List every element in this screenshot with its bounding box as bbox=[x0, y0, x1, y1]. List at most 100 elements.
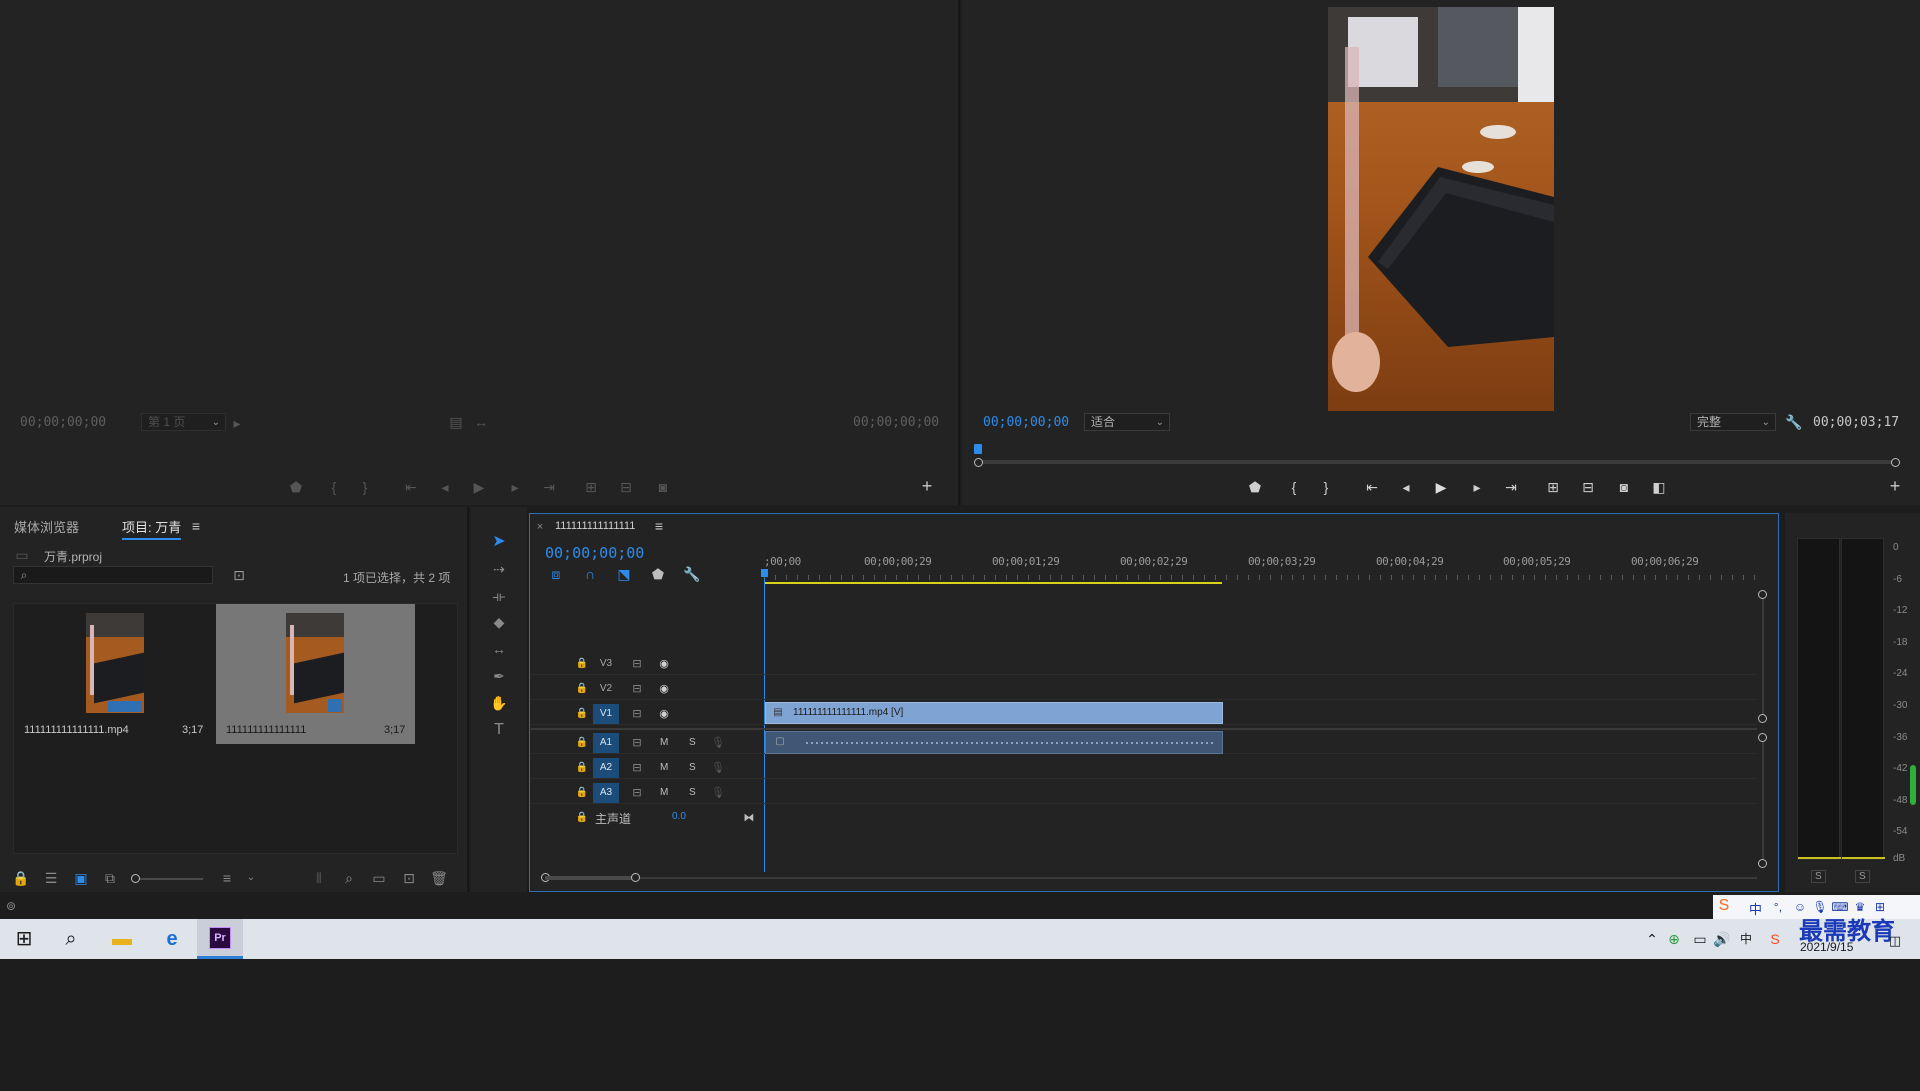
track-label-v3[interactable]: V3 bbox=[593, 654, 619, 674]
file-explorer-icon[interactable]: ▬ bbox=[107, 924, 137, 954]
add-button-icon[interactable]: + bbox=[918, 477, 936, 495]
mark-in-icon[interactable]: { bbox=[1285, 480, 1303, 494]
scroll-handle-bottom[interactable] bbox=[1758, 859, 1767, 868]
step-back-icon[interactable]: ◂ bbox=[436, 480, 454, 494]
slip-tool-icon[interactable]: ↔ bbox=[490, 642, 508, 656]
work-area-bar[interactable] bbox=[764, 582, 1222, 584]
add-marker-icon[interactable]: ⬟ bbox=[649, 567, 667, 581]
go-to-out-icon[interactable]: ⇥ bbox=[1502, 480, 1520, 494]
video-clip[interactable]: ▤ 111111111111111.mp4 [V] bbox=[765, 702, 1223, 724]
scroll-handle-top[interactable] bbox=[1758, 590, 1767, 599]
scroll-handle-top[interactable] bbox=[1758, 733, 1767, 742]
lock-icon[interactable]: 🔒 bbox=[573, 786, 591, 800]
lock-icon[interactable]: 🔒 bbox=[573, 682, 591, 696]
lock-icon[interactable]: 🔒 bbox=[573, 707, 591, 721]
hand-tool-icon[interactable]: ✋ bbox=[490, 696, 508, 710]
play-small-icon[interactable]: ▸ bbox=[228, 416, 246, 430]
track-label-a3[interactable]: A3 bbox=[593, 783, 619, 803]
solo-button[interactable]: S bbox=[689, 737, 696, 748]
selection-tool-icon[interactable]: ➤ bbox=[490, 534, 508, 550]
marker-icon[interactable]: ⬟ bbox=[287, 480, 305, 494]
timeline-playhead-line[interactable] bbox=[764, 578, 765, 872]
tab-media-browser[interactable]: 媒体浏览器 bbox=[14, 517, 79, 536]
project-item-sequence[interactable]: 111111111111111 3;17 bbox=[216, 604, 415, 744]
track-label-v1[interactable]: V1 bbox=[593, 704, 619, 724]
project-search-field[interactable] bbox=[13, 1073, 213, 1091]
meter-solo-left[interactable]: S bbox=[1811, 870, 1826, 883]
add-button-icon[interactable]: + bbox=[1886, 477, 1904, 495]
timeline-playhead-marker[interactable] bbox=[761, 569, 768, 577]
scroll-handle-right[interactable] bbox=[631, 873, 640, 882]
sync-lock-icon[interactable]: ⊟ bbox=[628, 761, 646, 775]
new-search-bin-icon[interactable]: ⊡ bbox=[230, 568, 248, 582]
linked-selection-icon[interactable]: ⬔ bbox=[615, 567, 633, 581]
scroll-handle-bottom[interactable] bbox=[1758, 714, 1767, 723]
zoom-slider-handle[interactable] bbox=[131, 874, 140, 883]
lock-icon[interactable]: 🔒 bbox=[12, 871, 30, 885]
source-page-select[interactable]: 第 1 页 ⌄ bbox=[141, 413, 226, 431]
source-timecode-left[interactable]: 00;00;00;00 bbox=[20, 415, 106, 430]
mute-button[interactable]: M bbox=[660, 787, 668, 798]
mute-button[interactable]: M bbox=[660, 737, 668, 748]
list-view-icon[interactable]: ☰ bbox=[42, 871, 60, 885]
meter-solo-right[interactable]: S bbox=[1855, 870, 1870, 883]
master-volume-value[interactable]: 0.0 bbox=[672, 811, 686, 822]
insert-icon[interactable]: ⊞ bbox=[582, 480, 600, 494]
go-to-out-icon[interactable]: ⇥ bbox=[540, 480, 558, 494]
chevron-up-icon[interactable]: ⌃ bbox=[1643, 932, 1661, 946]
lock-icon[interactable]: 🔒 bbox=[573, 657, 591, 671]
camera-icon[interactable]: ◙ bbox=[654, 480, 672, 494]
lift-icon[interactable]: ⊞ bbox=[1544, 480, 1562, 494]
compare-icon[interactable]: ◧ bbox=[1650, 480, 1668, 494]
sync-lock-icon[interactable]: ⊟ bbox=[628, 786, 646, 800]
sync-lock-icon[interactable]: ⊟ bbox=[628, 657, 646, 671]
eye-icon[interactable]: ◉ bbox=[655, 682, 673, 696]
project-search-input[interactable]: ⌕ bbox=[13, 566, 213, 584]
new-bin-icon[interactable]: ▭ bbox=[370, 871, 388, 885]
go-to-in-icon[interactable]: ⇤ bbox=[1363, 480, 1381, 494]
sequence-tab[interactable]: 111111111111111 bbox=[555, 520, 635, 532]
solo-button[interactable]: S bbox=[689, 762, 696, 773]
edge-browser-icon[interactable]: e bbox=[157, 924, 187, 954]
ime-language[interactable]: 中 bbox=[1749, 899, 1762, 918]
trash-icon[interactable]: 🗑 bbox=[430, 871, 448, 885]
play-icon[interactable]: ▶ bbox=[470, 480, 488, 494]
eye-icon[interactable]: ◉ bbox=[655, 707, 673, 721]
mark-out-icon[interactable]: } bbox=[1317, 480, 1335, 494]
notification-icon[interactable]: ◫ bbox=[1886, 934, 1904, 948]
overwrite-icon[interactable]: ⊟ bbox=[617, 480, 635, 494]
find-icon[interactable]: ⌕ bbox=[340, 871, 358, 885]
timeline-horizontal-scrollbar[interactable] bbox=[541, 873, 1757, 882]
track-label-v2[interactable]: V2 bbox=[593, 679, 619, 699]
search-icon[interactable]: ⌕ bbox=[56, 924, 86, 954]
zoom-slider[interactable] bbox=[131, 874, 203, 883]
chevron-down-icon[interactable]: ⌄ bbox=[242, 871, 260, 885]
tray-app-icon[interactable]: ⊕ bbox=[1665, 932, 1683, 946]
panel-menu-icon[interactable]: ≡ bbox=[650, 519, 668, 533]
premiere-taskbar-button[interactable]: Pr bbox=[197, 919, 243, 959]
mark-in-icon[interactable]: { bbox=[325, 480, 343, 494]
step-forward-icon[interactable]: ▸ bbox=[506, 480, 524, 494]
freeform-view-icon[interactable]: ⧉ bbox=[101, 871, 119, 885]
mute-button[interactable]: M bbox=[660, 762, 668, 773]
program-timecode-left[interactable]: 00;00;00;00 bbox=[983, 415, 1069, 430]
razor-tool-icon[interactable]: ◆ bbox=[490, 615, 508, 629]
tab-project[interactable]: 项目: 万青 bbox=[122, 517, 182, 540]
audio-vertical-scrollbar[interactable] bbox=[1758, 733, 1767, 868]
new-item-icon[interactable]: ⊡ bbox=[400, 871, 418, 885]
pen-tool-icon[interactable]: ✒ bbox=[490, 669, 508, 683]
extract-icon[interactable]: ⊟ bbox=[1579, 480, 1597, 494]
automate-icon[interactable]: ⫴ bbox=[310, 871, 328, 885]
scroll-thumb[interactable] bbox=[545, 876, 635, 880]
quality-select[interactable]: 完整 ⌄ bbox=[1690, 413, 1776, 431]
volume-icon[interactable]: 🔊 bbox=[1713, 932, 1731, 946]
solo-button[interactable]: S bbox=[689, 787, 696, 798]
status-icon[interactable]: ⊚ bbox=[2, 899, 20, 913]
fit-select[interactable]: 适合 ⌄ bbox=[1084, 413, 1170, 431]
step-back-icon[interactable]: ◂ bbox=[1397, 480, 1415, 494]
film-icon[interactable]: ▤ bbox=[447, 415, 465, 429]
play-icon[interactable]: ▶ bbox=[1432, 480, 1450, 494]
program-scrubber[interactable] bbox=[974, 444, 1900, 467]
ripple-edit-tool-icon[interactable]: ⟛ bbox=[490, 589, 508, 603]
marker-icon[interactable]: ⬟ bbox=[1246, 480, 1264, 494]
